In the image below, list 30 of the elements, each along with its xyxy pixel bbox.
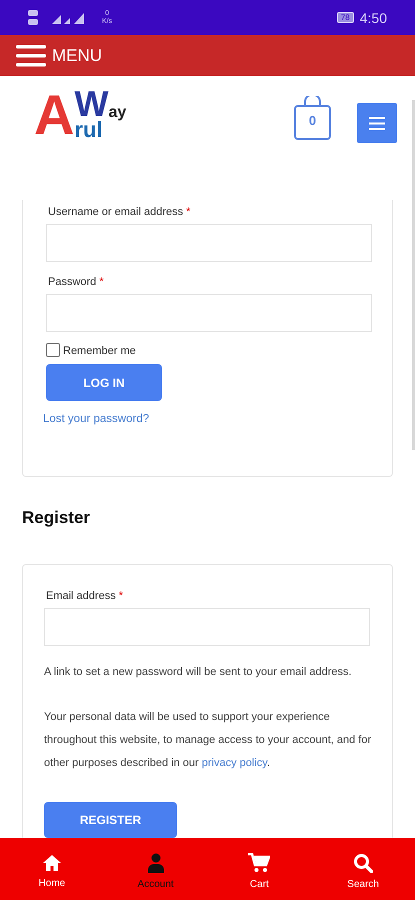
privacy-policy-link[interactable]: privacy policy [202,757,267,769]
menu-button[interactable] [357,103,397,143]
nav-tab[interactable]: Account [104,838,208,900]
home-icon [42,854,62,872]
input-field[interactable] [46,224,372,262]
input-field[interactable] [44,608,370,646]
search-icon [353,852,374,872]
nav-tab[interactable]: Home [0,838,104,900]
login-button[interactable]: LOG IN [46,364,162,401]
section-heading: Register [22,508,92,529]
field-label: Email address * [46,590,124,602]
checkbox[interactable] [46,343,60,357]
input-field[interactable] [46,294,372,332]
info-text: A link to set a new password will be sent to your email address. [44,665,353,680]
checkbox-label: Remember me [63,345,136,357]
battery-level: 78 [336,12,354,23]
lost-password-link[interactable]: Lost your password? [43,413,150,425]
clock-time: 4:50 [360,10,387,26]
register-button[interactable]: REGISTER [44,802,177,838]
field-label: Username or email address * [48,206,192,218]
scrollbar[interactable] [412,100,415,450]
menu-icon [16,44,46,68]
person-icon [146,852,165,872]
menu-icon [369,116,385,130]
nav-tab[interactable]: Search [311,838,415,900]
field-label: Password * [48,276,105,288]
menu-button[interactable]: MENU [16,44,102,68]
nav-tab[interactable]: Cart [208,838,312,900]
privacy-text: Your personal data will be used to support your experience throughout this website, to manage access to your account, and for other purposes described in our privacy policy. [44,710,372,771]
cart-icon [248,852,270,872]
